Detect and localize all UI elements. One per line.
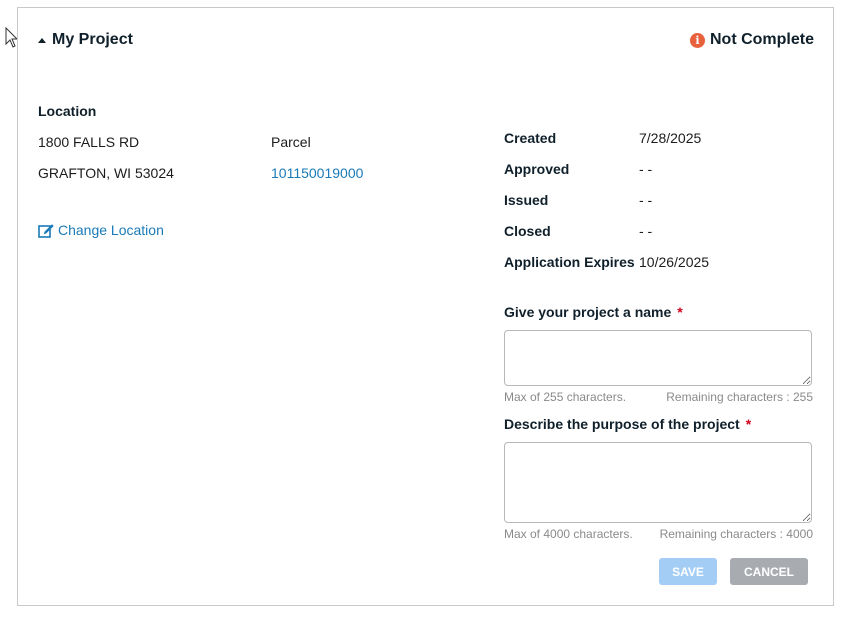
address-line2: GRAFTON, WI 53024 xyxy=(38,165,174,181)
issued-label: Issued xyxy=(504,192,549,208)
info-icon: i xyxy=(690,32,705,48)
closed-label: Closed xyxy=(504,223,551,239)
caret-up-icon xyxy=(38,37,46,43)
address-line1: 1800 FALLS RD xyxy=(38,134,140,150)
created-value: 7/28/2025 xyxy=(639,130,702,146)
required-asterisk: * xyxy=(745,416,752,432)
panel-title: My Project xyxy=(52,31,133,48)
project-purpose-label: Describe the purpose of the project * xyxy=(504,416,751,432)
approved-value: - - xyxy=(639,161,653,177)
expires-value: 10/26/2025 xyxy=(639,254,710,270)
project-purpose-max: Max of 4000 characters. xyxy=(504,527,633,541)
project-name-input[interactable] xyxy=(504,330,812,386)
location-heading: Location xyxy=(38,103,97,119)
approved-label: Approved xyxy=(504,161,570,177)
my-project-toggle[interactable]: My Project xyxy=(38,31,133,49)
cancel-button[interactable]: CANCEL xyxy=(730,558,808,585)
project-purpose-remaining: Remaining characters : 4000 xyxy=(659,527,813,541)
project-name-label: Give your project a name * xyxy=(504,304,683,320)
expires-label: Application Expires xyxy=(504,254,635,270)
project-purpose-input[interactable] xyxy=(504,442,812,523)
project-name-max: Max of 255 characters. xyxy=(504,390,627,404)
project-name-label-text: Give your project a name xyxy=(504,304,672,320)
status-text: Not Complete xyxy=(710,31,814,48)
created-label: Created xyxy=(504,130,557,146)
my-project-panel: My Project i Not Complete Location 1800 … xyxy=(17,7,834,606)
issued-value: - - xyxy=(639,192,653,208)
required-asterisk: * xyxy=(677,304,683,320)
project-name-remaining: Remaining characters : 255 xyxy=(666,390,813,404)
closed-value: - - xyxy=(639,223,653,239)
change-location-label: Change Location xyxy=(58,222,164,238)
parcel-number-link[interactable]: 101150019000 xyxy=(271,165,363,181)
status-indicator: i Not Complete xyxy=(690,31,814,49)
parcel-label: Parcel xyxy=(271,134,311,150)
edit-icon xyxy=(38,223,54,238)
change-location-link[interactable]: Change Location xyxy=(38,222,164,238)
save-button[interactable]: SAVE xyxy=(659,558,717,585)
project-purpose-label-text: Describe the purpose of the project xyxy=(504,416,740,432)
